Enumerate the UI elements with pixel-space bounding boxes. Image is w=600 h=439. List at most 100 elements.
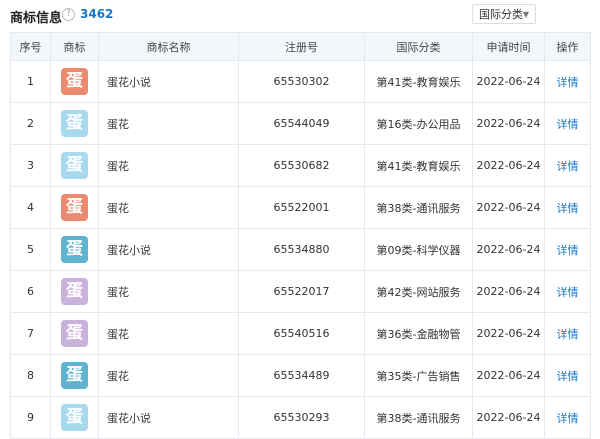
trademark-logo-cell: 蛋 [50,102,99,145]
table-row: 4 蛋蛋花 65522001 第38类-通讯服务 2022-06-24 详情 [10,186,591,229]
trademark-count: 3462 [80,7,114,21]
international-category: 第09类-科学仪器 [364,228,473,271]
section-title: 商标信息 [10,11,63,26]
table-row: 2 蛋蛋花 65544049 第16类-办公用品 2022-06-24 详情 [10,102,591,145]
trademark-logo-cell: 蛋 [50,270,99,313]
details-link-cell: 详情 [544,102,591,145]
column-header-date: 申请时间 [472,32,545,61]
trademark-logo: 蛋 [61,152,88,179]
table-row: 3 蛋蛋花 65530682 第41类-教育娱乐 2022-06-24 详情 [10,144,591,187]
international-category: 第36类-金融物管 [364,312,473,355]
details-link-cell: 详情 [544,396,591,439]
details-link-cell: 详情 [544,228,591,271]
trademark-name: 蛋花 [98,102,239,145]
table-row: 7 蛋蛋花 65540516 第36类-金融物管 2022-06-24 详情 [10,312,591,355]
details-link-cell: 详情 [544,270,591,313]
international-category: 第16类-办公用品 [364,102,473,145]
trademark-logo: 蛋 [61,404,88,431]
trademark-name: 蛋花 [98,270,239,313]
row-index: 2 [10,102,51,145]
registration-number: 65530293 [238,396,365,439]
trademark-logo: 蛋 [61,110,88,137]
international-category: 第35类-广告销售 [364,354,473,397]
details-link[interactable]: 详情 [557,76,579,89]
table-row: 5 蛋蛋花小说 65534880 第09类-科学仪器 2022-06-24 详情 [10,228,591,271]
details-link-cell: 详情 [544,144,591,187]
registration-number: 65530682 [238,144,365,187]
details-link-cell: 详情 [544,60,591,103]
international-category: 第41类-教育娱乐 [364,60,473,103]
row-index: 5 [10,228,51,271]
column-header-name: 商标名称 [98,32,239,61]
trademark-logo-cell: 蛋 [50,396,99,439]
trademark-name: 蛋花小说 [98,228,239,271]
trademark-logo: 蛋 [61,320,88,347]
registration-number: 65530302 [238,60,365,103]
details-link[interactable]: 详情 [557,202,579,215]
international-category: 第41类-教育娱乐 [364,144,473,187]
details-link-cell: 详情 [544,312,591,355]
registration-number: 65522017 [238,270,365,313]
registration-number: 65522001 [238,186,365,229]
trademark-name: 蛋花小说 [98,396,239,439]
application-date: 2022-06-24 [472,354,545,397]
application-date: 2022-06-24 [472,396,545,439]
trademark-logo-cell: 蛋 [50,60,99,103]
column-header-category: 国际分类 [364,32,473,61]
details-link[interactable]: 详情 [557,160,579,173]
trademark-logo-cell: 蛋 [50,144,99,187]
table-header-row: 序号 商标 商标名称 注册号 国际分类 申请时间 操作 [10,32,591,61]
category-filter-dropdown[interactable]: 国际分类 ▼ [472,4,536,24]
international-category: 第38类-通讯服务 [364,186,473,229]
trademark-name: 蛋花 [98,186,239,229]
application-date: 2022-06-24 [472,60,545,103]
application-date: 2022-06-24 [472,144,545,187]
application-date: 2022-06-24 [472,270,545,313]
column-header-action: 操作 [544,32,591,61]
row-index: 3 [10,144,51,187]
chevron-down-icon: ▼ [522,10,529,19]
details-link[interactable]: 详情 [557,412,579,425]
trademark-table: 序号 商标 商标名称 注册号 国际分类 申请时间 操作 1 蛋蛋花小说 655303… [10,32,591,439]
section-header: 商标信息 ? 3462 国际分类 ▼ [0,0,600,30]
registration-number: 65534880 [238,228,365,271]
table-row: 6 蛋蛋花 65522017 第42类-网站服务 2022-06-24 详情 [10,270,591,313]
trademark-logo-cell: 蛋 [50,354,99,397]
details-link-cell: 详情 [544,354,591,397]
trademark-logo: 蛋 [61,362,88,389]
table-row: 8 蛋蛋花 65534489 第35类-广告销售 2022-06-24 详情 [10,354,591,397]
column-header-index: 序号 [10,32,51,61]
trademark-logo-cell: 蛋 [50,186,99,229]
trademark-name: 蛋花 [98,144,239,187]
trademark-logo: 蛋 [61,68,88,95]
row-index: 4 [10,186,51,229]
application-date: 2022-06-24 [472,312,545,355]
trademark-name: 蛋花 [98,312,239,355]
trademark-logo: 蛋 [61,278,88,305]
application-date: 2022-06-24 [472,228,545,271]
trademark-logo: 蛋 [61,236,88,263]
trademark-name: 蛋花 [98,354,239,397]
column-header-reg-no: 注册号 [238,32,365,61]
trademark-name: 蛋花小说 [98,60,239,103]
column-header-logo: 商标 [50,32,99,61]
details-link[interactable]: 详情 [557,328,579,341]
row-index: 8 [10,354,51,397]
table-row: 1 蛋蛋花小说 65530302 第41类-教育娱乐 2022-06-24 详情 [10,60,591,103]
row-index: 6 [10,270,51,313]
registration-number: 65540516 [238,312,365,355]
details-link[interactable]: 详情 [557,286,579,299]
details-link[interactable]: 详情 [557,118,579,131]
application-date: 2022-06-24 [472,102,545,145]
help-icon[interactable]: ? [62,8,75,21]
application-date: 2022-06-24 [472,186,545,229]
category-filter-label: 国际分类 [479,8,523,21]
row-index: 7 [10,312,51,355]
details-link[interactable]: 详情 [557,244,579,257]
registration-number: 65544049 [238,102,365,145]
table-row: 9 蛋蛋花小说 65530293 第38类-通讯服务 2022-06-24 详情 [10,396,591,439]
details-link-cell: 详情 [544,186,591,229]
trademark-logo-cell: 蛋 [50,228,99,271]
row-index: 9 [10,396,51,439]
details-link[interactable]: 详情 [557,370,579,383]
